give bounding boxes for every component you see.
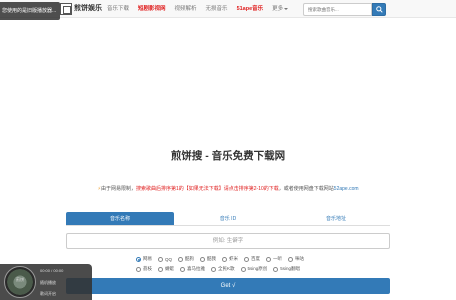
radio-dot [158,266,163,272]
notice-part1: 由于网易限制， [100,186,136,192]
radio-dot [288,256,294,262]
search-input[interactable] [303,3,372,16]
radio-dot [222,256,228,262]
source-radio[interactable]: 酷我 [200,256,216,262]
nav-item-video-parse[interactable]: 视频解析 [175,0,197,18]
source-radio[interactable]: 虾米 [222,256,238,262]
source-label: 蜻蜓 [165,266,174,271]
caret-down-icon [284,7,289,10]
radio-dot [244,256,250,262]
tab-song-url[interactable]: 音乐地址 [282,212,390,225]
radio-dot [180,266,185,272]
source-row-2: 荔枝 蜻蜓 喜马拉雅 全民K歌 5sing原创 5sing翻唱 [136,264,336,274]
tab-song-name[interactable]: 音乐名称 [66,212,174,225]
source-label: 全民K歌 [218,266,235,271]
logo-icon[interactable] [60,3,72,15]
source-label: 网易 [143,256,152,261]
disc-label: 煎饼 [16,277,24,282]
tab-song-id[interactable]: 音乐 ID [174,212,282,225]
notice-text: ⚡由于网易限制，搜索歌曲后排序第1的【如果无法下载】请点击排序第2-10的下载，… [0,185,456,192]
radio-dot [200,256,206,262]
source-label: QQ [165,256,173,262]
source-radio-group: 网易 QQ 酷狗 酷我 虾米 百度 一听 咪咕 荔枝 蜻蜓 喜马拉雅 全民K歌 … [136,254,336,274]
nav-item-short-drama[interactable]: 短剧影视网 [138,0,166,18]
source-radio[interactable]: QQ [158,256,173,262]
notice-part3: ，或者使用网盘下载网站 [278,186,334,192]
source-radio[interactable]: 咪咕 [288,256,304,262]
source-radio[interactable]: 荔枝 [136,266,152,272]
source-label: 喜马拉雅 [187,266,205,271]
source-label: 5sing原创 [247,266,268,271]
source-label: 百度 [251,256,261,261]
source-label: 咪咕 [295,256,305,261]
song-search-input[interactable]: 例如: 生僻字 [66,233,390,249]
source-radio[interactable]: 百度 [244,256,260,262]
radio-dot [240,266,246,272]
source-radio[interactable]: 5sing原创 [240,266,268,272]
page-title: 煎饼搜 - 音乐免费下载网 [170,150,286,162]
search-button[interactable] [372,3,386,16]
notice-link[interactable]: 52ape.com [334,186,359,192]
source-label: 荔枝 [143,266,152,271]
radio-dot [273,266,279,272]
radio-dot [136,266,141,272]
source-label: 5sing翻唱 [280,266,301,271]
source-radio[interactable]: 网易 [136,256,152,262]
radio-dot [158,256,163,262]
source-radio[interactable]: 蜻蜓 [158,266,174,272]
nav-more-label: 更多 [272,6,284,12]
search-type-tabs: 音乐名称 音乐 ID 音乐地址 [66,212,390,226]
nav-item-lossless-music[interactable]: 无损音乐 [206,0,228,18]
nav-item-more[interactable]: 更多 [272,0,289,18]
brand-name[interactable]: 煎饼娱乐 [74,0,102,18]
source-label: 酷我 [207,256,217,261]
radio-dot [211,266,216,272]
get-button[interactable]: Get √ [66,278,390,294]
search-icon [376,6,383,13]
source-label: 酷狗 [185,256,195,261]
player-toast: 您使用的是旧版播放器... [0,2,60,20]
player-lyrics-label[interactable]: 歌词开启 [40,291,56,297]
player-shuffle-label[interactable]: 随机播放 [40,280,56,286]
source-label: 虾米 [229,256,239,261]
nav-menu: 音乐下载 短剧影视网 视频解析 无损音乐 51ape音乐 更多 [107,0,297,18]
music-player-widget[interactable]: 煎饼 00:00 / 00:00 随机播放 歌词开启 [0,264,92,300]
notice-highlight: 搜索歌曲后排序第1的【如果无法下载】请点击排序第2-10的下载 [135,186,279,192]
nav-item-music-download[interactable]: 音乐下载 [107,0,129,18]
source-radio[interactable]: 5sing翻唱 [273,266,300,272]
top-navbar: 煎饼娱乐 音乐下载 短剧影视网 视频解析 无损音乐 51ape音乐 更多 [0,0,456,18]
source-label: 一听 [273,256,283,261]
radio-dot [136,256,141,262]
player-time: 00:00 / 00:00 [40,268,64,273]
nav-item-51ape[interactable]: 51ape音乐 [237,0,264,18]
source-radio[interactable]: 全民K歌 [211,266,235,272]
radio-dot [266,256,272,262]
radio-dot [178,256,184,262]
source-radio[interactable]: 酷狗 [178,256,194,262]
source-radio[interactable]: 喜马拉雅 [180,266,205,272]
nav-search [303,3,386,16]
source-radio[interactable]: 一听 [266,256,282,262]
source-row-1: 网易 QQ 酷狗 酷我 虾米 百度 一听 咪咕 [136,254,336,264]
